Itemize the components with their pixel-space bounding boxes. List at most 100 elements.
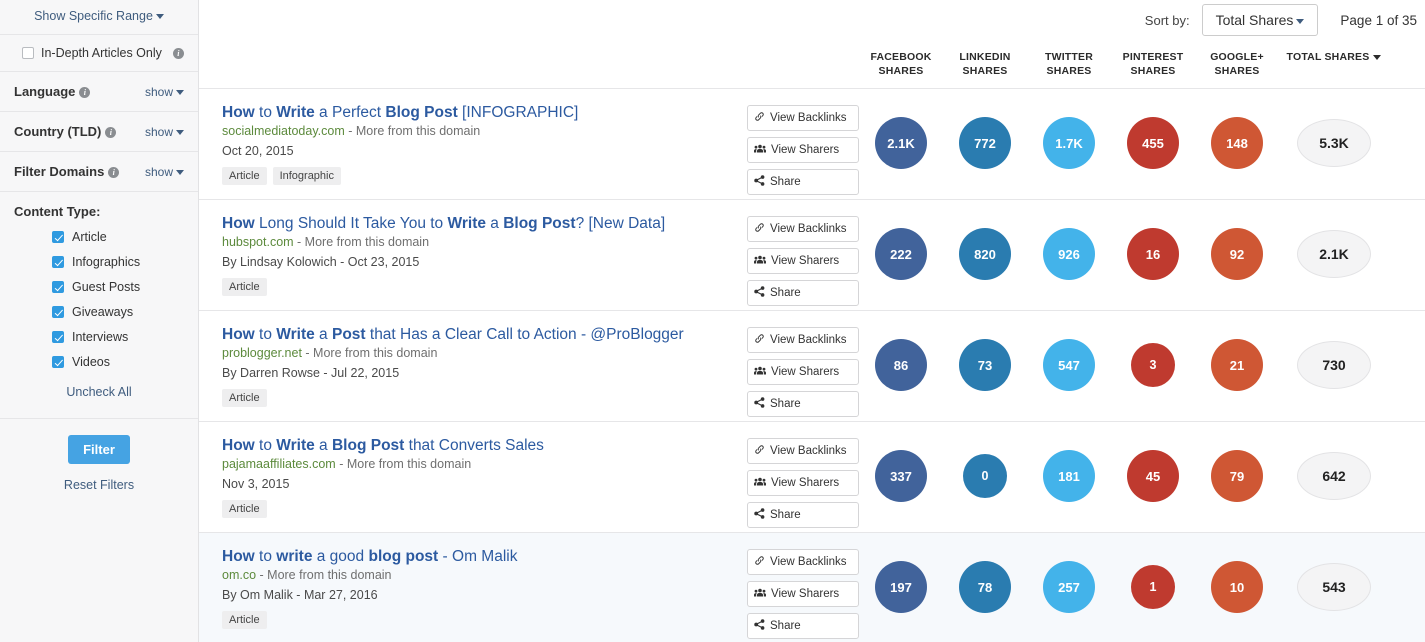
action-label: View Backlinks <box>770 556 847 568</box>
filter-domains-title: Filter Domains i <box>14 164 120 179</box>
view-backlinks-button[interactable]: View Backlinks <box>747 216 859 242</box>
view-sharers-button[interactable]: View Sharers <box>747 248 859 274</box>
sort-by-value: Total Shares <box>1215 12 1294 28</box>
filter-button[interactable]: Filter <box>68 435 130 464</box>
content-type-item-guest-posts[interactable]: Guest Posts <box>14 274 184 299</box>
column-header-googleplus[interactable]: GOOGLE+ SHARES <box>1195 50 1279 78</box>
filter-domains-show-toggle[interactable]: show <box>145 165 184 179</box>
view-backlinks-button[interactable]: View Backlinks <box>747 438 859 464</box>
more-from-domain-link[interactable]: - More from this domain <box>294 235 429 249</box>
view-sharers-button[interactable]: View Sharers <box>747 581 859 607</box>
in-depth-checkbox[interactable] <box>22 47 34 59</box>
title-segment: Blog Post <box>503 215 576 232</box>
result-row[interactable]: How to Write a Post that Has a Clear Cal… <box>199 311 1425 422</box>
reset-filters-link[interactable]: Reset Filters <box>0 464 198 492</box>
content-type-checkbox[interactable] <box>52 230 64 243</box>
result-domain-name[interactable]: hubspot.com <box>222 235 294 249</box>
content-type-item-infographics[interactable]: Infographics <box>14 249 184 274</box>
result-domain-name[interactable]: problogger.net <box>222 346 302 360</box>
in-depth-articles-checkbox-row[interactable]: In-Depth Articles Only i <box>14 35 184 71</box>
info-icon[interactable]: i <box>108 167 120 179</box>
content-type-item-giveaways[interactable]: Giveaways <box>14 299 184 324</box>
more-from-domain-link[interactable]: - More from this domain <box>302 346 437 360</box>
content-type-item-article[interactable]: Article <box>14 224 184 249</box>
show-specific-range-toggle[interactable]: Show Specific Range <box>0 0 198 34</box>
content-type-checkbox[interactable] <box>52 305 64 318</box>
language-show-toggle[interactable]: show <box>145 85 184 99</box>
title-segment: to <box>254 548 277 565</box>
share-cell-total: 730 <box>1279 339 1389 389</box>
share-bubble-twitter: 547 <box>1043 339 1095 391</box>
share-cell-twitter: 547 <box>1027 339 1111 391</box>
title-segment: ? [New Data] <box>575 215 666 232</box>
share-button[interactable]: Share <box>747 613 859 639</box>
share-button[interactable]: Share <box>747 391 859 417</box>
share-cell-facebook: 86 <box>859 339 943 391</box>
column-header-pinterest[interactable]: PINTEREST SHARES <box>1111 50 1195 78</box>
view-backlinks-button[interactable]: View Backlinks <box>747 327 859 353</box>
content-type-item-videos[interactable]: Videos <box>14 349 184 374</box>
share-cell-pinterest: 1 <box>1111 561 1195 609</box>
info-icon[interactable]: i <box>79 87 91 99</box>
result-domain-name[interactable]: pajamaaffiliates.com <box>222 457 336 471</box>
title-segment: write <box>276 548 313 565</box>
result-title-link[interactable]: How to Write a Blog Post that Converts S… <box>222 437 544 454</box>
column-header-facebook[interactable]: FACEBOOK SHARES <box>859 50 943 78</box>
share-bubble-googleplus: 92 <box>1211 228 1263 280</box>
title-segment: a <box>314 326 332 343</box>
result-row[interactable]: How Long Should It Take You to Write a B… <box>199 200 1425 311</box>
view-sharers-button[interactable]: View Sharers <box>747 137 859 163</box>
share-cell-facebook: 222 <box>859 228 943 280</box>
people-icon <box>754 254 766 268</box>
share-bubble-googleplus: 10 <box>1211 561 1263 613</box>
content-type-checkbox[interactable] <box>52 355 64 368</box>
result-title-link[interactable]: How to Write a Perfect Blog Post [INFOGR… <box>222 104 578 121</box>
share-bubble-twitter: 181 <box>1043 450 1095 502</box>
more-from-domain-link[interactable]: - More from this domain <box>345 124 480 138</box>
result-title-link[interactable]: How to Write a Post that Has a Clear Cal… <box>222 326 684 343</box>
country-tld-show-toggle[interactable]: show <box>145 125 184 139</box>
result-row[interactable]: How to write a good blog post - Om Malik… <box>199 533 1425 642</box>
view-sharers-button[interactable]: View Sharers <box>747 359 859 385</box>
share-bubble-pinterest: 1 <box>1131 565 1175 609</box>
result-actions: View Backlinks View Sharers Share <box>747 543 859 639</box>
content-type-checkbox[interactable] <box>52 330 64 343</box>
result-domain-name[interactable]: om.co <box>222 568 256 582</box>
action-label: View Sharers <box>771 477 840 489</box>
share-button[interactable]: Share <box>747 169 859 195</box>
result-row[interactable]: How to Write a Perfect Blog Post [INFOGR… <box>199 89 1425 200</box>
content-type-label: Interviews <box>72 329 129 344</box>
column-header-twitter[interactable]: TWITTER SHARES <box>1027 50 1111 78</box>
share-bubble-total: 730 <box>1297 341 1371 389</box>
share-cell-total: 543 <box>1279 561 1389 611</box>
share-button[interactable]: Share <box>747 502 859 528</box>
content-type-checkbox[interactable] <box>52 255 64 268</box>
column-header-linkedin[interactable]: LINKEDIN SHARES <box>943 50 1027 78</box>
view-backlinks-button[interactable]: View Backlinks <box>747 549 859 575</box>
content-type-checkbox[interactable] <box>52 280 64 293</box>
people-icon <box>754 365 766 379</box>
result-title-link[interactable]: How Long Should It Take You to Write a B… <box>222 215 665 232</box>
content-type-label: Guest Posts <box>72 279 141 294</box>
result-row[interactable]: How to Write a Blog Post that Converts S… <box>199 422 1425 533</box>
column-header-total[interactable]: TOTAL SHARES <box>1279 50 1389 78</box>
title-segment: Write <box>276 104 315 121</box>
column-header-line1: TOTAL SHARES <box>1286 51 1370 63</box>
result-domain-name[interactable]: socialmediatoday.com <box>222 124 345 138</box>
view-sharers-button[interactable]: View Sharers <box>747 470 859 496</box>
column-header-cells: FACEBOOK SHARES LINKEDIN SHARES TWITTER SHARE… <box>859 50 1389 78</box>
uncheck-all-link[interactable]: Uncheck All <box>14 374 184 412</box>
title-segment: How <box>222 215 255 232</box>
info-icon[interactable]: i <box>172 47 184 59</box>
share-button[interactable]: Share <box>747 280 859 306</box>
info-icon[interactable]: i <box>105 127 117 139</box>
view-backlinks-button[interactable]: View Backlinks <box>747 105 859 131</box>
content-type-item-interviews[interactable]: Interviews <box>14 324 184 349</box>
more-from-domain-link[interactable]: - More from this domain <box>256 568 392 582</box>
result-title-link[interactable]: How to write a good blog post - Om Malik <box>222 548 517 565</box>
title-segment: How <box>222 548 255 565</box>
column-header-line2: SHARES <box>962 65 1008 77</box>
sort-by-select[interactable]: Total Shares <box>1201 4 1319 36</box>
more-from-domain-link[interactable]: - More from this domain <box>336 457 471 471</box>
result-domain: om.co - More from this domain <box>222 566 747 584</box>
